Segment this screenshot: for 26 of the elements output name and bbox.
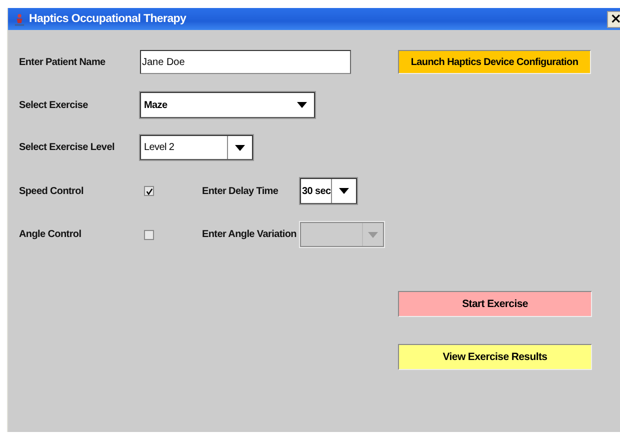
dropdown-arrow-icon (339, 188, 349, 194)
checkbox[interactable] (144, 186, 154, 196)
field-label: Select Exercise Level (19, 142, 116, 153)
app-icon (14, 12, 25, 26)
field-label: Angle Control (19, 229, 82, 240)
window-title: Haptics Occupational Therapy (29, 13, 188, 25)
close-button[interactable]: × (607, 10, 620, 28)
start-exercise-button[interactable]: Start Exercise (398, 291, 592, 317)
field-label: Select Exercise (19, 100, 89, 110)
field-label: Enter Patient Name (19, 56, 106, 68)
dropdown-value: Maze (143, 98, 168, 112)
dropdown-arrow-icon (368, 232, 378, 238)
field-label: Speed Control (19, 186, 84, 196)
field-label: Enter Delay Time (202, 186, 280, 196)
dropdown[interactable]: 30 sec (300, 178, 357, 204)
dropdown[interactable]: Level 2 (140, 135, 253, 160)
checkbox[interactable] (144, 230, 154, 240)
name-input-field[interactable]: Jane Doe (140, 50, 351, 74)
dropdown-arrow-icon (297, 102, 307, 108)
dropdown-value: 30 sec (301, 184, 331, 198)
dropdown-value: Level 2 (143, 141, 176, 155)
dropdown[interactable]: Maze (140, 92, 315, 118)
field-label: Enter Angle Variation (202, 229, 298, 240)
launch-configuration-button[interactable]: Launch Haptics Device Configuration (398, 50, 591, 74)
dropdown-arrow-icon (235, 144, 245, 150)
view-results-button[interactable]: View Exercise Results (398, 344, 592, 370)
